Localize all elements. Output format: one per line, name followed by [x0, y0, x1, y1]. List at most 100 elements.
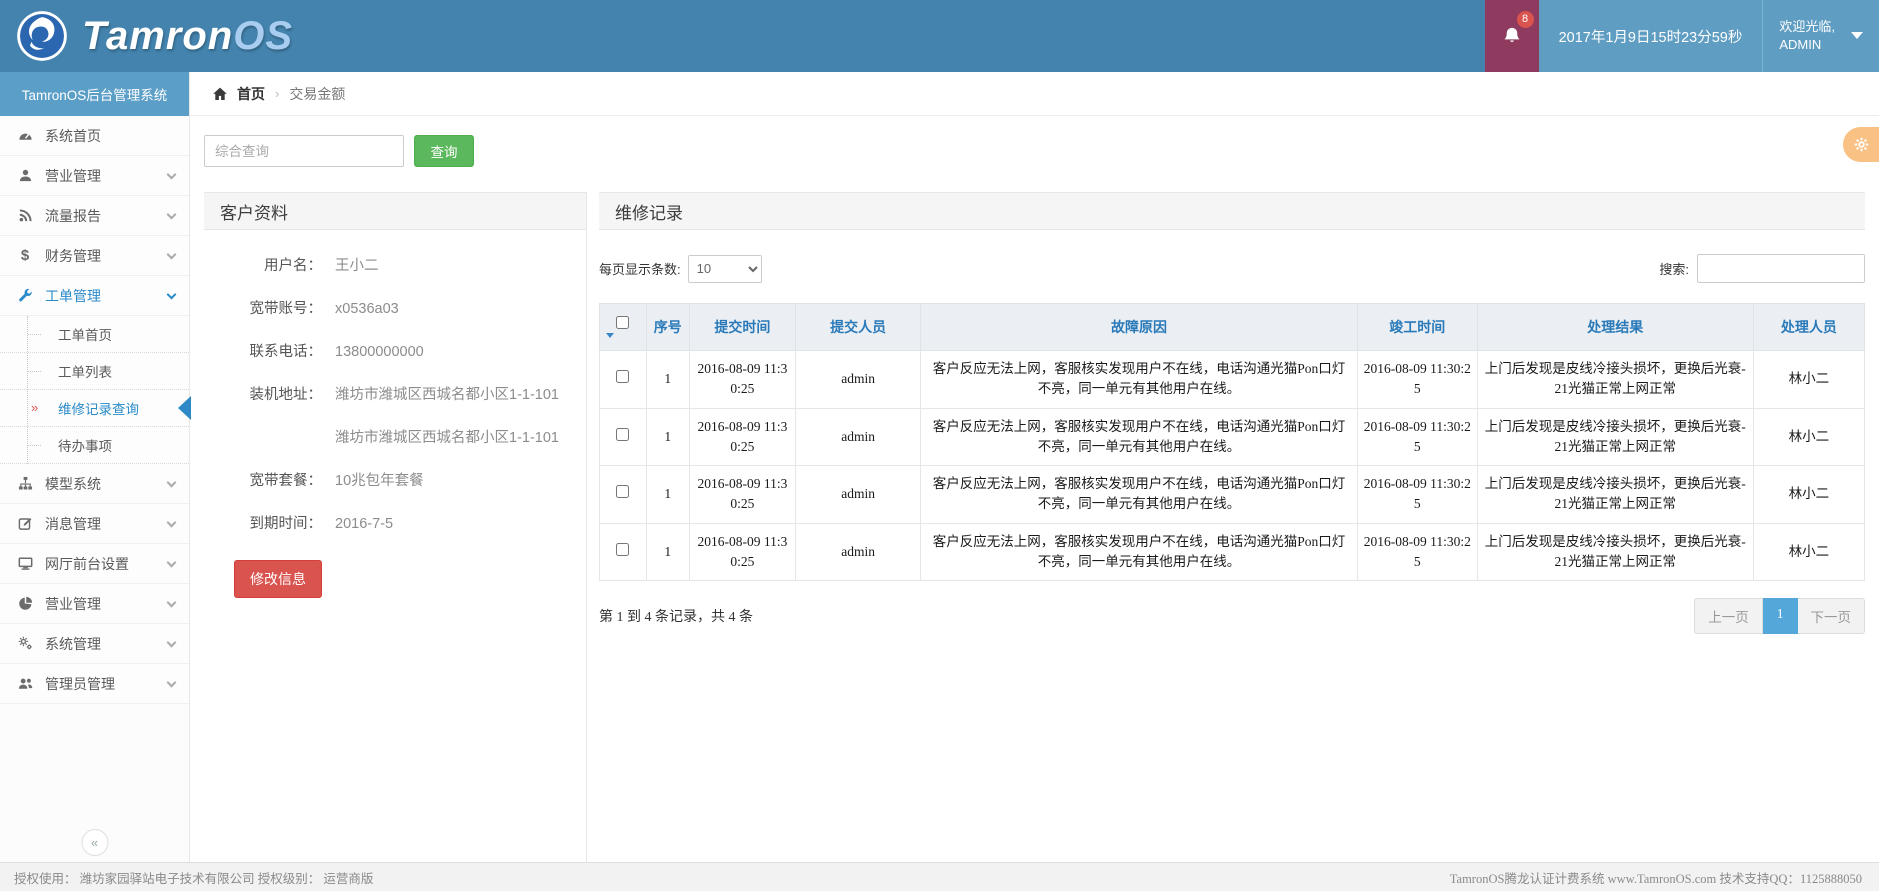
- notification-count-badge: 8: [1517, 11, 1534, 28]
- breadcrumb-current: 交易金额: [289, 84, 345, 104]
- sidebar-item-traffic-report[interactable]: 流量报告: [0, 196, 189, 236]
- sidebar-item-business-mgmt[interactable]: 营业管理: [0, 156, 189, 196]
- field-label: [204, 428, 322, 448]
- column-header-handler[interactable]: 处理人员: [1753, 304, 1864, 351]
- sidebar-item-work-order-mgmt[interactable]: 工单管理: [0, 276, 189, 316]
- table-controls: 每页显示条数: 10 搜索:: [599, 254, 1865, 283]
- active-item-pointer-icon: [178, 396, 191, 420]
- chevron-down-icon: [167, 677, 177, 687]
- table-search-input[interactable]: [1697, 254, 1865, 283]
- edit-info-button[interactable]: 修改信息: [234, 560, 322, 598]
- select-all-checkbox[interactable]: [616, 316, 629, 329]
- column-header-submitter[interactable]: 提交人员: [796, 304, 921, 351]
- sidebar-subitem-repair-records-query[interactable]: » 维修记录查询: [0, 390, 189, 427]
- dotted-leader: [28, 371, 41, 372]
- sidebar-item-system-mgmt[interactable]: 系统管理: [0, 624, 189, 664]
- page-number-button[interactable]: 1: [1763, 598, 1798, 634]
- sidebar-subitem-todo[interactable]: 待办事项: [0, 427, 189, 464]
- collapse-sidebar-button[interactable]: «: [81, 829, 108, 856]
- page-size-select[interactable]: 10: [688, 255, 762, 283]
- chevron-down-icon: [167, 517, 177, 527]
- sidebar-item-business-mgmt-2[interactable]: 营业管理: [0, 584, 189, 624]
- column-header-finish-time[interactable]: 竣工时间: [1357, 304, 1477, 351]
- field-label: 宽带账号：: [204, 299, 322, 319]
- cell-fault: 客户反应无法上网，客服核实发现用户不在线，电话沟通光猫Pon口灯不亮，同一单元有…: [921, 523, 1357, 581]
- chevron-down-icon: [167, 249, 177, 259]
- customer-field-phone: 联系电话： 13800000000: [204, 342, 580, 362]
- sidebar-subitem-label: 待办事项: [58, 435, 112, 455]
- field-label: 装机地址：: [204, 385, 322, 405]
- admin-user-dropdown[interactable]: 欢迎光临, ADMIN: [1762, 0, 1879, 72]
- notifications-button[interactable]: 8: [1485, 0, 1539, 72]
- admin-username: ADMIN: [1779, 36, 1835, 54]
- sidebar-item-label: 流量报告: [45, 206, 101, 226]
- cell-finish-time: 2016-08-09 11:30:25: [1357, 523, 1477, 581]
- sidebar-title: TamronOS后台管理系统: [0, 72, 189, 116]
- sidebar-item-label: 工单管理: [45, 286, 101, 306]
- theme-settings-button[interactable]: [1843, 127, 1879, 162]
- cell-submitter: admin: [796, 466, 921, 524]
- bell-icon: [1502, 26, 1522, 46]
- piechart-icon: [16, 596, 34, 612]
- sidebar-item-model-system[interactable]: 模型系统: [0, 464, 189, 504]
- field-label: 到期时间：: [204, 514, 322, 534]
- dashboard-icon: [16, 128, 34, 144]
- breadcrumb-separator: ›: [275, 86, 279, 101]
- sitemap-icon: [16, 476, 34, 492]
- table-row: 1 2016-08-09 11:30:25 admin 客户反应无法上网，客服核…: [600, 408, 1865, 466]
- cell-submitter: admin: [796, 408, 921, 466]
- sidebar-subitem-work-order-home[interactable]: 工单首页: [0, 316, 189, 353]
- sort-caret-icon: [606, 333, 614, 338]
- column-header-result[interactable]: 处理结果: [1477, 304, 1753, 351]
- dotted-leader: [28, 445, 41, 446]
- table-row: 1 2016-08-09 11:30:25 admin 客户反应无法上网，客服核…: [600, 466, 1865, 524]
- cell-submitter: admin: [796, 351, 921, 409]
- sidebar-item-label: 网厅前台设置: [45, 554, 129, 574]
- column-header-seq[interactable]: 序号: [646, 304, 689, 351]
- row-checkbox[interactable]: [616, 428, 629, 441]
- field-value: x0536a03: [335, 299, 399, 319]
- repair-records-title: 维修记录: [599, 192, 1865, 230]
- prev-page-button[interactable]: 上一页: [1694, 598, 1763, 634]
- chevron-down-icon: [167, 557, 177, 567]
- customer-field-address: 装机地址： 潍坊市潍城区西城名都小区1-1-101: [204, 385, 580, 405]
- cell-result: 上门后发现是皮线冷接头损坏，更换后光衰-21光猫正常上网正常: [1477, 466, 1753, 524]
- field-value: 王小二: [335, 256, 379, 276]
- customer-field-plan: 宽带套餐： 10兆包年套餐: [204, 471, 580, 491]
- field-value: 2016-7-5: [335, 514, 393, 534]
- dollar-icon: $: [16, 248, 34, 264]
- sidebar-item-label: 模型系统: [45, 474, 101, 494]
- row-checkbox[interactable]: [616, 485, 629, 498]
- query-button[interactable]: 查询: [414, 135, 474, 167]
- cell-submit-time: 2016-08-09 11:30:25: [689, 351, 795, 409]
- welcome-text: 欢迎光临,: [1779, 18, 1835, 36]
- datetime-display: 2017年1月9日15时23分59秒: [1539, 0, 1763, 72]
- sidebar-item-admin-mgmt[interactable]: 管理员管理: [0, 664, 189, 704]
- select-all-header: [600, 304, 647, 351]
- column-header-fault[interactable]: 故障原因: [921, 304, 1357, 351]
- cell-select: [600, 466, 647, 524]
- sidebar-subitem-work-order-list[interactable]: 工单列表: [0, 353, 189, 390]
- chevron-down-icon: [167, 477, 177, 487]
- cell-fault: 客户反应无法上网，客服核实发现用户不在线，电话沟通光猫Pon口灯不亮，同一单元有…: [921, 351, 1357, 409]
- cell-seq: 1: [646, 523, 689, 581]
- field-label: 宽带套餐：: [204, 471, 322, 491]
- sidebar-item-portal-settings[interactable]: 网厅前台设置: [0, 544, 189, 584]
- wrench-icon: [16, 288, 34, 304]
- logo-globe-icon: [16, 10, 68, 62]
- sidebar-subitem-label: 维修记录查询: [58, 398, 139, 418]
- global-search-input[interactable]: [204, 135, 404, 167]
- next-page-button[interactable]: 下一页: [1798, 598, 1866, 634]
- active-arrow-icon: »: [31, 400, 38, 415]
- row-checkbox[interactable]: [616, 370, 629, 383]
- column-header-submit-time[interactable]: 提交时间: [689, 304, 795, 351]
- chevron-down-icon: [167, 289, 177, 299]
- cell-submit-time: 2016-08-09 11:30:25: [689, 523, 795, 581]
- sidebar-subitem-label: 工单首页: [58, 324, 112, 344]
- sidebar-item-finance-mgmt[interactable]: $ 财务管理: [0, 236, 189, 276]
- sidebar-item-system-home[interactable]: 系统首页: [0, 116, 189, 156]
- breadcrumb-home-link[interactable]: 首页: [237, 84, 265, 104]
- desktop-icon: [16, 556, 34, 572]
- sidebar-item-message-mgmt[interactable]: 消息管理: [0, 504, 189, 544]
- row-checkbox[interactable]: [616, 543, 629, 556]
